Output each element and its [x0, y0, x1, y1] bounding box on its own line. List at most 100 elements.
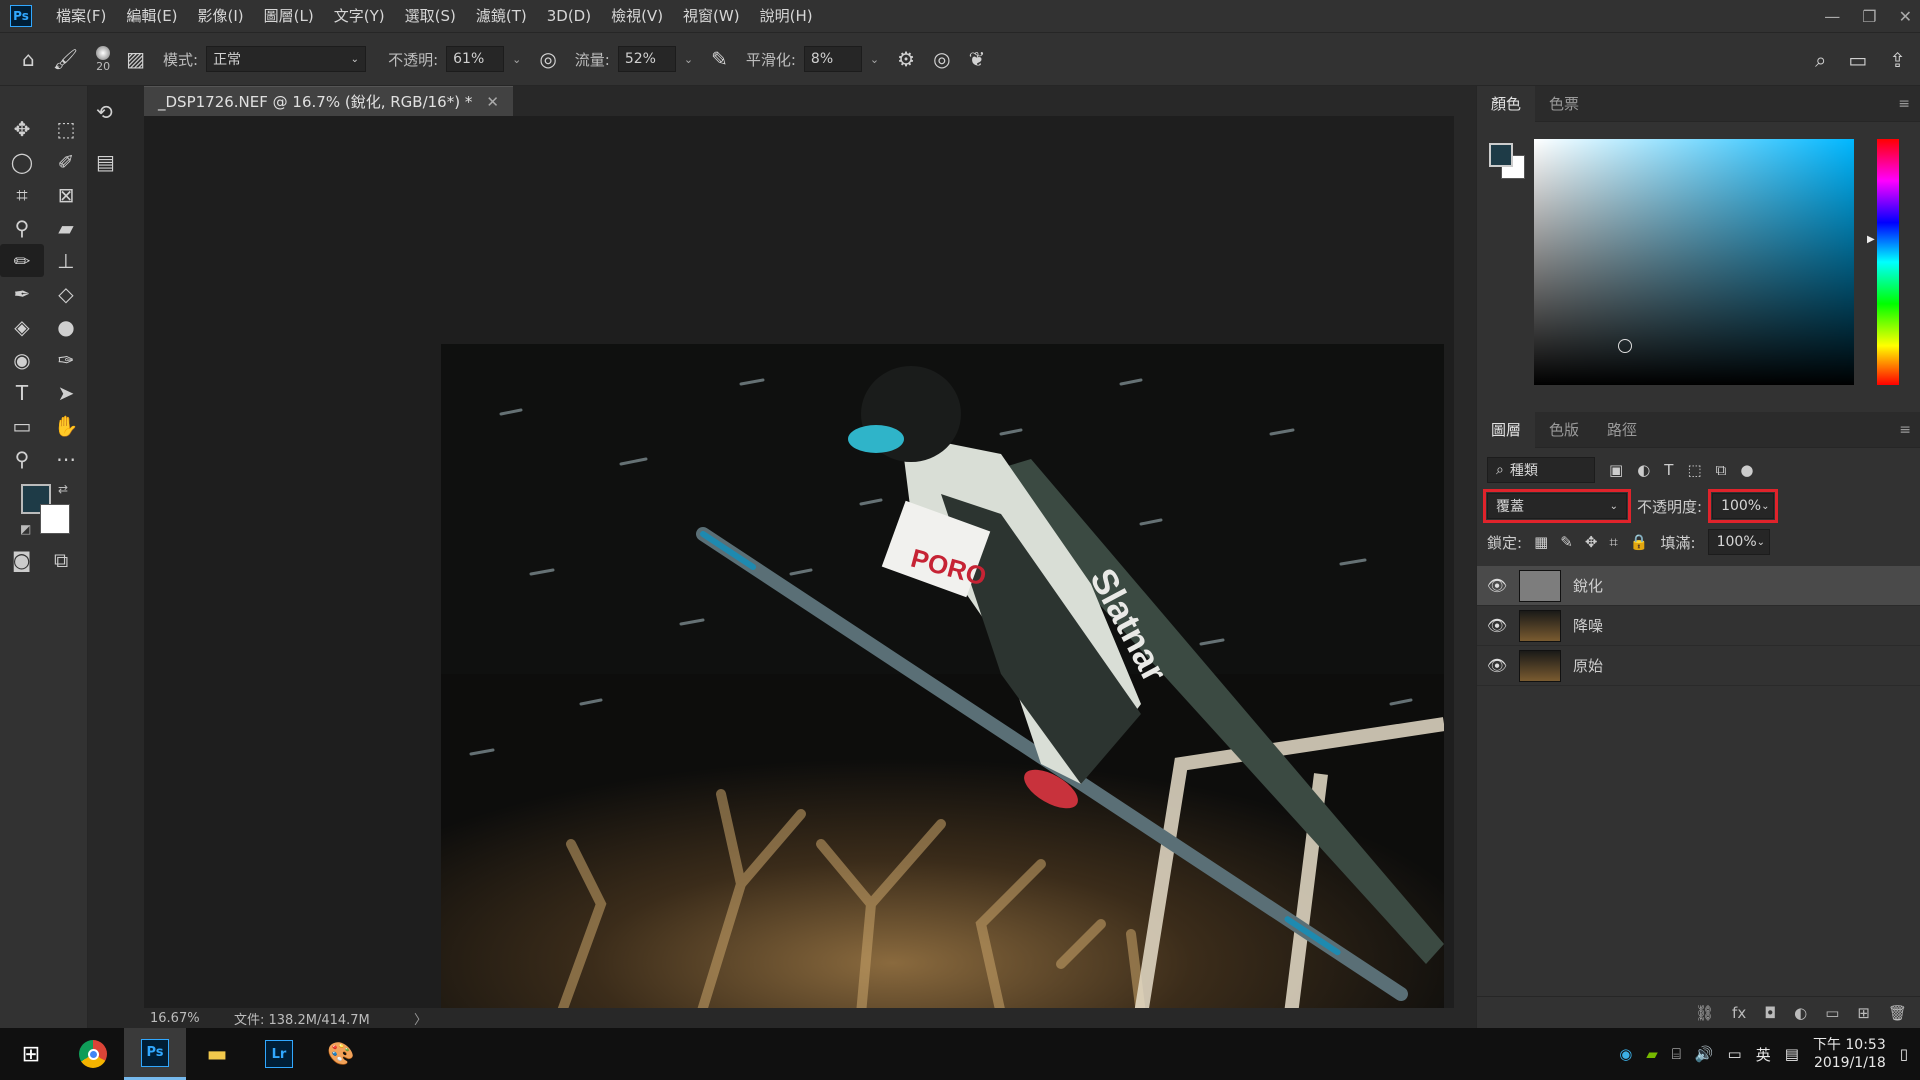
workspace-icon[interactable]: ▭ [1848, 48, 1867, 72]
menu-select[interactable]: 選取(S) [395, 0, 466, 32]
menu-view[interactable]: 檢視(V) [601, 0, 673, 32]
chevron-down-icon[interactable]: ⌄ [512, 53, 521, 66]
color-cursor[interactable] [1618, 339, 1632, 353]
zoom-tool-icon[interactable]: ⚲ [0, 442, 44, 475]
blur-tool-icon[interactable]: ● [44, 310, 88, 343]
adjustment-layer-icon[interactable]: ◐ [1794, 1004, 1807, 1022]
file-explorer-icon[interactable]: ▬ [186, 1028, 248, 1080]
home-icon[interactable]: ⌂ [22, 47, 35, 71]
battery-icon[interactable]: ▭ [1728, 1045, 1742, 1063]
brush-tool-icon[interactable]: ✏ [0, 244, 44, 277]
nvidia-icon[interactable]: ▰ [1646, 1045, 1658, 1063]
visibility-eye-icon[interactable]: 👁 [1477, 576, 1517, 595]
paint-bucket-icon[interactable]: ◈ [0, 310, 44, 343]
lock-transparent-icon[interactable]: ▦ [1534, 533, 1548, 551]
search-icon[interactable]: ⌕ [1815, 48, 1826, 72]
filter-pixel-icon[interactable]: ▣ [1609, 461, 1623, 479]
brush-settings-icon[interactable]: ▨ [126, 47, 145, 71]
menu-file[interactable]: 檔案(F) [46, 0, 116, 32]
layer-row-original[interactable]: 👁 原始 [1477, 646, 1920, 686]
color-picker-field[interactable] [1534, 139, 1854, 385]
tab-color[interactable]: 顏色 [1477, 85, 1536, 122]
restore-icon[interactable]: ❐ [1862, 7, 1876, 26]
filter-adjustment-icon[interactable]: ◐ [1637, 461, 1650, 479]
visibility-eye-icon[interactable]: 👁 [1477, 616, 1517, 635]
lock-pixels-icon[interactable]: ✎ [1560, 533, 1573, 551]
menu-window[interactable]: 視窗(W) [673, 0, 750, 32]
fill-input[interactable]: 100% ⌄ [1707, 529, 1770, 555]
type-tool-icon[interactable]: T [0, 376, 44, 409]
flow-input[interactable]: 52% [617, 46, 676, 72]
tab-paths[interactable]: 路徑 [1593, 412, 1651, 448]
filter-shape-icon[interactable]: ⬚ [1687, 461, 1701, 479]
menu-edit[interactable]: 編輯(E) [116, 0, 187, 32]
smoothing-input[interactable]: 8% [803, 46, 862, 72]
airbrush-icon[interactable]: ✎ [711, 47, 728, 71]
pen-tool-icon[interactable]: ✑ [44, 343, 88, 376]
menu-help[interactable]: 說明(H) [750, 0, 823, 32]
frame-tool-icon[interactable]: ⊠ [44, 178, 88, 211]
menu-3d[interactable]: 3D(D) [537, 0, 601, 32]
pressure-opacity-icon[interactable]: ◎ [539, 47, 556, 71]
tray-app-icon[interactable]: ◉ [1619, 1045, 1632, 1063]
tab-channels[interactable]: 色版 [1535, 412, 1593, 448]
document-image[interactable]: PORO Slatnar [441, 344, 1444, 1014]
path-select-tool-icon[interactable]: ➤ [44, 376, 88, 409]
properties-panel-icon[interactable]: ▤ [96, 150, 136, 174]
close-tab-icon[interactable]: ✕ [486, 93, 499, 111]
new-layer-icon[interactable]: ⊞ [1857, 1004, 1870, 1022]
opacity-input[interactable]: 61% [446, 46, 505, 72]
filter-smart-object-icon[interactable]: ⧉ [1716, 461, 1727, 479]
crop-tool-icon[interactable]: ⌗ [0, 178, 44, 211]
layer-filter-select[interactable]: ⌕ 種類 [1487, 457, 1595, 483]
mode-select[interactable]: 正常 ⌄ [206, 46, 367, 72]
pressure-size-icon[interactable]: ◎ [933, 47, 950, 71]
background-color-swatch[interactable] [40, 504, 70, 534]
new-group-icon[interactable]: ▭ [1825, 1004, 1839, 1022]
clock[interactable]: 下午 10:53 2019/1/18 [1813, 1036, 1886, 1072]
chrome-icon[interactable] [62, 1028, 124, 1080]
lock-position-icon[interactable]: ✥ [1585, 533, 1598, 551]
layer-style-icon[interactable]: fx [1732, 1004, 1746, 1022]
filter-toggle-icon[interactable]: ● [1740, 461, 1753, 479]
lasso-tool-icon[interactable]: ◯ [0, 145, 44, 178]
more-tools-icon[interactable]: ⋯ [44, 442, 88, 475]
windows-start-icon[interactable]: ⊞ [0, 1028, 62, 1080]
stamp-tool-icon[interactable]: ⊥ [44, 244, 88, 277]
visibility-eye-icon[interactable]: 👁 [1477, 656, 1517, 675]
quick-mask-icon[interactable]: ◙ [12, 548, 31, 572]
document-tab[interactable]: _DSP1726.NEF @ 16.7% (銳化, RGB/16*) * ✕ [144, 86, 513, 116]
healing-tool-icon[interactable]: ▰ [44, 211, 88, 244]
history-brush-icon[interactable]: ✒ [0, 277, 44, 310]
minimize-icon[interactable]: — [1824, 7, 1840, 26]
brush-preset-picker[interactable]: 20 [96, 45, 111, 73]
dodge-tool-icon[interactable]: ◉ [0, 343, 44, 376]
status-expand-icon[interactable]: 〉 [414, 1009, 427, 1028]
symmetry-icon[interactable]: ❦ [969, 47, 986, 71]
history-panel-icon[interactable]: ⟲ [96, 100, 136, 150]
photoshop-taskbar-icon[interactable]: Ps [124, 1028, 186, 1080]
paint-icon[interactable]: 🎨 [310, 1028, 372, 1080]
layer-row-denoise[interactable]: 👁 降噪 [1477, 606, 1920, 646]
filter-type-icon[interactable]: T [1664, 461, 1673, 479]
volume-icon[interactable]: 🔊 [1695, 1045, 1714, 1063]
lock-artboard-icon[interactable]: ⌗ [1609, 533, 1617, 551]
layer-name[interactable]: 降噪 [1573, 615, 1603, 636]
notes-icon[interactable]: ▤ [1785, 1045, 1799, 1063]
menu-filter[interactable]: 濾鏡(T) [466, 0, 537, 32]
trash-icon[interactable]: 🗑 [1888, 1004, 1907, 1022]
layer-row-sharpen[interactable]: 👁 銳化 [1477, 566, 1920, 606]
tab-layers[interactable]: 圖層 [1477, 411, 1536, 448]
screen-mode-icon[interactable]: ⧉ [54, 548, 68, 572]
link-layers-icon[interactable]: ⛓ [1695, 1004, 1714, 1022]
layer-name[interactable]: 原始 [1573, 655, 1603, 676]
notification-icon[interactable]: ▯ [1900, 1045, 1908, 1063]
close-icon[interactable]: ✕ [1899, 7, 1912, 26]
menu-layer[interactable]: 圖層(L) [254, 0, 324, 32]
default-colors-icon[interactable]: ◩ [20, 522, 31, 536]
lightroom-icon[interactable]: Lr [248, 1028, 310, 1080]
panel-menu-icon[interactable]: ≡ [1899, 422, 1911, 438]
move-tool-icon[interactable]: ✥ [0, 112, 44, 145]
quick-select-tool-icon[interactable]: ✐ [44, 145, 88, 178]
tab-swatches[interactable]: 色票 [1535, 86, 1593, 122]
